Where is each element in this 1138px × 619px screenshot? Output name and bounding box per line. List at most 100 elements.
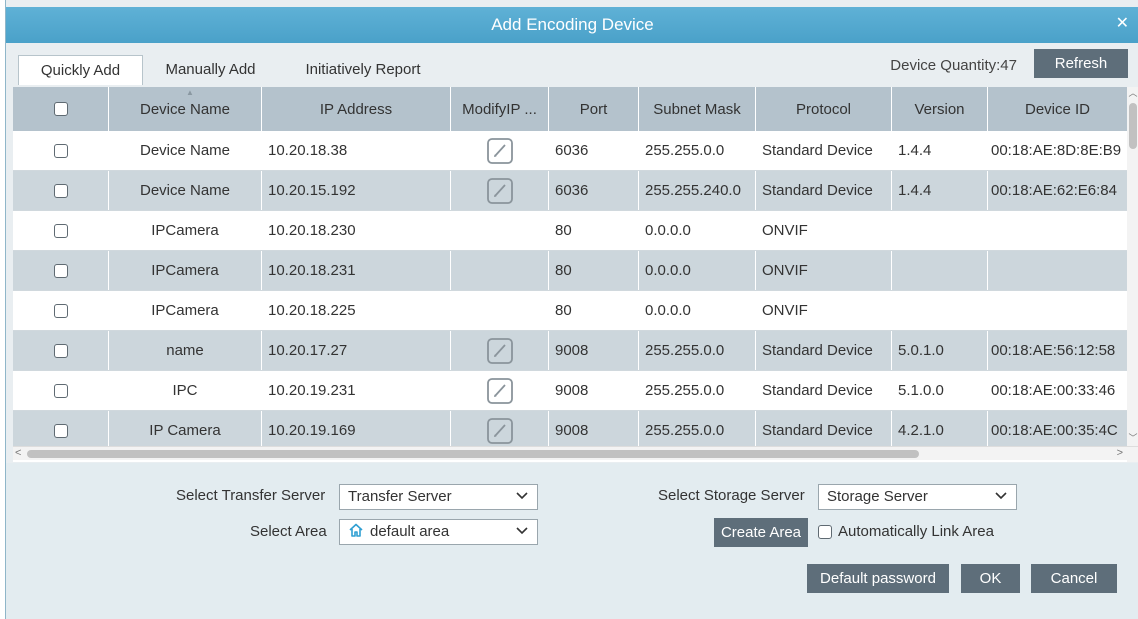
cell-version: 5.1.0.0 [892,371,988,410]
scroll-up-icon[interactable]: ︿ [1127,87,1138,99]
row-checkbox[interactable] [53,143,68,158]
table-row[interactable]: Device Name 10.20.15.192 6036 255.255.240.0… [13,171,1127,211]
cancel-button[interactable]: Cancel [1031,564,1117,593]
cell-version: 5.0.1.0 [892,331,988,370]
close-icon[interactable]: ✕ [1116,13,1129,33]
column-header-version[interactable]: Version [892,87,988,131]
column-header-ip-address[interactable]: IP Address [262,87,451,131]
cell-protocol: Standard Device [756,411,892,450]
cell-device-name: IP Camera [109,411,262,450]
cell-port: 6036 [549,171,639,210]
row-checkbox-cell [13,211,109,250]
cell-device-id: 00:18:AE:8D:8E:B9 [991,142,1122,159]
select-all-checkbox[interactable] [53,102,68,116]
row-checkbox-cell [13,331,109,370]
transfer-server-label: Select Transfer Server [176,487,326,504]
cell-ip-address: 10.20.15.192 [262,171,451,210]
table-row[interactable]: IPCamera 10.20.18.231 80 0.0.0.0 ONVIF [13,251,1127,291]
cell-version: 1.4.4 [892,131,988,170]
table-row[interactable]: IPC 10.20.19.231 9008 255.255.0.0 Standard D… [13,371,1127,411]
create-area-button[interactable]: Create Area [714,518,808,547]
table-row[interactable]: IP Camera 10.20.19.169 9008 255.255.0.0 Stan… [13,411,1127,451]
area-select[interactable]: default area [339,519,538,545]
cell-subnet-mask: 255.255.0.0 [639,411,756,450]
column-header-subnet-mask[interactable]: Subnet Mask [639,87,756,131]
cell-modify-ip [451,251,549,290]
cell-device-id: 00:18:AE:00:35:4C [991,422,1118,439]
column-header-device-id[interactable]: Device ID [988,87,1127,131]
edit-icon[interactable] [485,136,515,166]
tab-initiatively-report[interactable]: Initiatively Report [278,55,448,85]
row-checkbox-cell [13,371,109,410]
device-table: Device Name IP Address ModifyIP ... Port… [13,87,1138,462]
row-checkbox[interactable] [53,383,68,398]
cell-protocol: ONVIF [756,211,892,250]
area-value: default area [370,523,450,540]
row-checkbox[interactable] [53,303,68,318]
cell-protocol: Standard Device [756,171,892,210]
auto-link-area-checkbox[interactable] [818,524,832,539]
chevron-down-icon [516,492,528,500]
edit-icon[interactable] [485,416,515,446]
table-row[interactable]: name 10.20.17.27 9008 255.255.0.0 Standard D… [13,331,1127,371]
row-checkbox[interactable] [53,343,68,358]
cell-port: 9008 [549,411,639,450]
home-icon [349,523,363,537]
default-password-button[interactable]: Default password [807,564,949,593]
cell-version [892,211,988,250]
auto-link-area-toggle[interactable]: Automatically Link Area [818,523,994,540]
cell-subnet-mask: 0.0.0.0 [639,291,756,330]
horizontal-scroll-thumb[interactable] [27,450,919,458]
cell-version [892,251,988,290]
vertical-scroll-thumb[interactable] [1129,103,1137,149]
cell-ip-address: 10.20.19.231 [262,371,451,410]
column-header-port[interactable]: Port [549,87,639,131]
scroll-down-icon[interactable]: ﹀ [1127,432,1138,444]
row-checkbox[interactable] [53,223,68,238]
cell-subnet-mask: 255.255.0.0 [639,131,756,170]
cell-device-id: 00:18:AE:56:12:58 [991,342,1116,359]
cell-protocol: Standard Device [756,331,892,370]
cell-device-id: 00:18:AE:00:33:46 [991,382,1116,399]
table-row[interactable]: IPCamera 10.20.18.230 80 0.0.0.0 ONVIF [13,211,1127,251]
transfer-server-value: Transfer Server [348,488,452,505]
cell-protocol: Standard Device [756,131,892,170]
title-bar: Add Encoding Device ✕ [6,7,1138,43]
cell-device-name: IPCamera [109,291,262,330]
edit-icon[interactable] [485,376,515,406]
row-checkbox[interactable] [53,263,68,278]
cell-device-name: Device Name [109,131,262,170]
refresh-button[interactable]: Refresh [1034,49,1128,78]
cell-device-id [988,211,1127,250]
table-row[interactable]: IPCamera 10.20.18.225 80 0.0.0.0 ONVIF [13,291,1127,331]
cell-ip-address: 10.20.19.169 [262,411,451,450]
ok-button[interactable]: OK [961,564,1020,593]
cell-subnet-mask: 255.255.0.0 [639,331,756,370]
cell-subnet-mask: 0.0.0.0 [639,211,756,250]
cell-version: 4.2.1.0 [892,411,988,450]
row-checkbox[interactable] [53,423,68,438]
tab-bar: Quickly Add Manually Add Initiatively Re… [6,43,1138,85]
storage-server-select[interactable]: Storage Server [818,484,1017,510]
edit-icon[interactable] [485,176,515,206]
row-checkbox-cell [13,171,109,210]
cell-port: 9008 [549,331,639,370]
tab-manually-add[interactable]: Manually Add [148,55,273,85]
column-header-modify-ip[interactable]: ModifyIP ... [451,87,549,131]
select-all-cell [13,87,109,131]
cell-version [892,291,988,330]
column-header-protocol[interactable]: Protocol [756,87,892,131]
sort-ascending-icon: ▲ [186,88,194,97]
tab-quickly-add[interactable]: Quickly Add [18,55,143,85]
scroll-right-icon[interactable]: > [1117,447,1123,459]
vertical-scrollbar[interactable]: ︿ ﹀ [1127,87,1138,462]
row-checkbox[interactable] [53,183,68,198]
edit-icon[interactable] [485,336,515,366]
chevron-down-icon [516,527,528,535]
chevron-down-icon [995,492,1007,500]
row-checkbox-cell [13,131,109,170]
table-row[interactable]: Device Name 10.20.18.38 6036 255.255.0.0 Sta… [13,131,1127,171]
scroll-left-icon[interactable]: < [15,447,21,459]
horizontal-scrollbar[interactable]: < > [13,446,1138,460]
transfer-server-select[interactable]: Transfer Server [339,484,538,510]
